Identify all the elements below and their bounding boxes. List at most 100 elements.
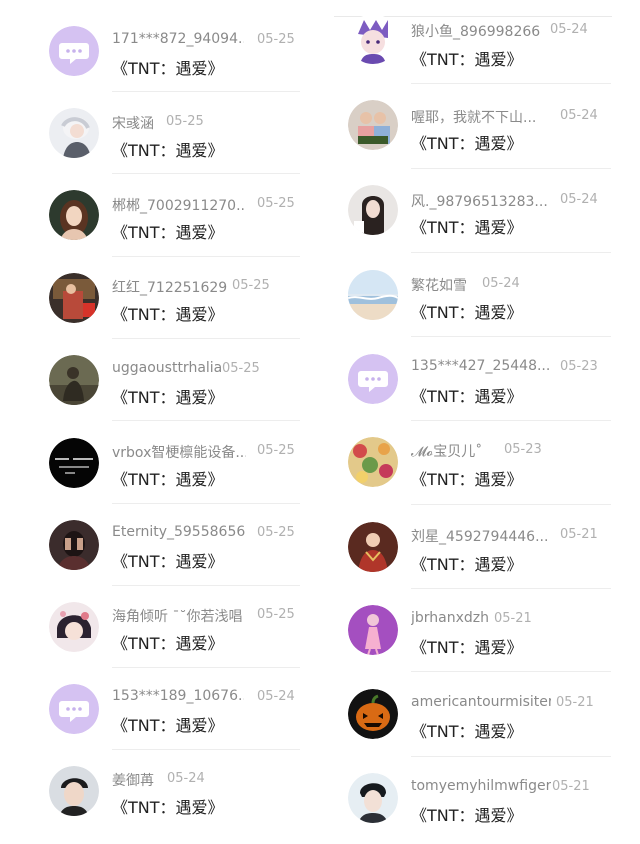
- drama-title[interactable]: 《TNT：遇爱》: [411, 299, 523, 323]
- date: 05-24: [257, 689, 295, 704]
- avatar-image: [348, 522, 398, 572]
- avatar-image: [348, 605, 398, 655]
- avatar-image: [348, 773, 398, 823]
- username[interactable]: jbrhanxdzh: [411, 610, 489, 626]
- username[interactable]: 海角倾听 ˉ˘你若浅唱: [112, 606, 242, 626]
- avatar-image: [49, 520, 99, 570]
- divider: [411, 168, 611, 169]
- avatar[interactable]: [348, 689, 398, 739]
- drama-title[interactable]: 《TNT：遇爱》: [411, 214, 523, 238]
- drama-title[interactable]: 《TNT：遇爱》: [112, 466, 224, 490]
- avatar-image: [348, 270, 398, 320]
- drama-title[interactable]: 《TNT：遇爱》: [112, 712, 224, 736]
- username[interactable]: 171***872_94094...: [112, 31, 244, 47]
- date: 05-21: [494, 611, 532, 626]
- drama-title[interactable]: 《TNT：遇爱》: [411, 551, 523, 575]
- drama-title[interactable]: 《TNT：遇爱》: [411, 130, 523, 154]
- username[interactable]: uggaousttrhalia: [112, 360, 222, 376]
- divider: [112, 91, 300, 92]
- chat-bubble-icon: [348, 354, 398, 404]
- drama-title[interactable]: 《TNT：遇爱》: [112, 301, 224, 325]
- date: 05-25: [257, 443, 295, 458]
- date: 05-23: [504, 442, 542, 457]
- avatar-image: [49, 766, 99, 816]
- date: 05-24: [482, 276, 520, 291]
- drama-title[interactable]: 《TNT：遇爱》: [112, 137, 224, 161]
- divider: [411, 252, 611, 253]
- avatar[interactable]: [348, 522, 398, 572]
- avatar[interactable]: [348, 185, 398, 235]
- divider: [112, 173, 300, 174]
- username[interactable]: 红红_712251629: [112, 277, 227, 297]
- date: 05-24: [550, 22, 588, 37]
- username[interactable]: 宋彧涵: [112, 113, 154, 133]
- avatar[interactable]: [49, 520, 99, 570]
- avatar[interactable]: [49, 26, 99, 76]
- date: 05-25: [222, 361, 260, 376]
- username[interactable]: 繁花如雪: [411, 275, 467, 295]
- avatar[interactable]: [49, 355, 99, 405]
- avatar-image: [49, 355, 99, 405]
- drama-title[interactable]: 《TNT：遇爱》: [112, 55, 224, 79]
- divider: [411, 83, 611, 84]
- date: 05-25: [257, 32, 295, 47]
- date: 05-25: [257, 196, 295, 211]
- date: 05-25: [257, 525, 295, 540]
- username[interactable]: americantourmisiter: [411, 694, 551, 710]
- username[interactable]: Eternity_59558656...: [112, 524, 246, 540]
- divider: [112, 749, 300, 750]
- avatar[interactable]: [348, 14, 398, 64]
- avatar[interactable]: [348, 773, 398, 823]
- username[interactable]: 135***427_25448...: [411, 358, 550, 374]
- avatar[interactable]: [49, 108, 99, 158]
- avatar[interactable]: [49, 684, 99, 734]
- divider: [411, 336, 611, 337]
- divider: [112, 585, 300, 586]
- chat-bubble-icon: [49, 26, 99, 76]
- date: 05-24: [167, 771, 205, 786]
- drama-title[interactable]: 《TNT：遇爱》: [411, 46, 523, 70]
- divider: [411, 504, 611, 505]
- username[interactable]: 狼小鱼_896998266: [411, 21, 540, 41]
- divider: [112, 667, 300, 668]
- divider: [112, 503, 300, 504]
- avatar-image: [49, 273, 99, 323]
- avatar[interactable]: [348, 100, 398, 150]
- avatar[interactable]: [348, 270, 398, 320]
- username[interactable]: 风._98796513283...: [411, 191, 548, 211]
- avatar[interactable]: [49, 190, 99, 240]
- divider: [411, 588, 611, 589]
- date: 05-21: [560, 527, 598, 542]
- avatar[interactable]: [49, 602, 99, 652]
- avatar-image: [49, 108, 99, 158]
- username[interactable]: vrbox智梗檩能设备...: [112, 442, 246, 462]
- username[interactable]: 刘星_4592794446...: [411, 526, 548, 546]
- username[interactable]: 郴郴_7002911270...: [112, 195, 244, 215]
- drama-title[interactable]: 《TNT：遇爱》: [112, 384, 224, 408]
- username[interactable]: tomyemyhilmwfiger: [411, 778, 551, 794]
- avatar[interactable]: [348, 437, 398, 487]
- avatar[interactable]: [348, 354, 398, 404]
- date: 05-21: [556, 695, 594, 710]
- drama-title[interactable]: 《TNT：遇爱》: [112, 630, 224, 654]
- drama-title[interactable]: 《TNT：遇爱》: [411, 466, 523, 490]
- drama-title[interactable]: 《TNT：遇爱》: [411, 383, 523, 407]
- avatar[interactable]: [49, 766, 99, 816]
- drama-title[interactable]: 《TNT：遇爱》: [112, 548, 224, 572]
- drama-title[interactable]: 《TNT：遇爱》: [411, 718, 523, 742]
- avatar[interactable]: [49, 273, 99, 323]
- username[interactable]: 153***189_10676...: [112, 688, 244, 704]
- divider: [411, 671, 611, 672]
- drama-title[interactable]: 《TNT：遇爱》: [112, 794, 224, 818]
- drama-title[interactable]: 《TNT：遇爱》: [411, 802, 523, 826]
- chat-bubble-icon: [49, 684, 99, 734]
- avatar[interactable]: [49, 438, 99, 488]
- username[interactable]: 𝓜𝓸宝贝儿˚: [411, 441, 482, 461]
- date: 05-24: [560, 192, 598, 207]
- username[interactable]: 喔耶，我就不下山...: [411, 107, 536, 127]
- drama-title[interactable]: 《TNT：遇爱》: [411, 634, 523, 658]
- date: 05-21: [552, 779, 590, 794]
- username[interactable]: 姜御苒: [112, 770, 154, 790]
- drama-title[interactable]: 《TNT：遇爱》: [112, 219, 224, 243]
- avatar[interactable]: [348, 605, 398, 655]
